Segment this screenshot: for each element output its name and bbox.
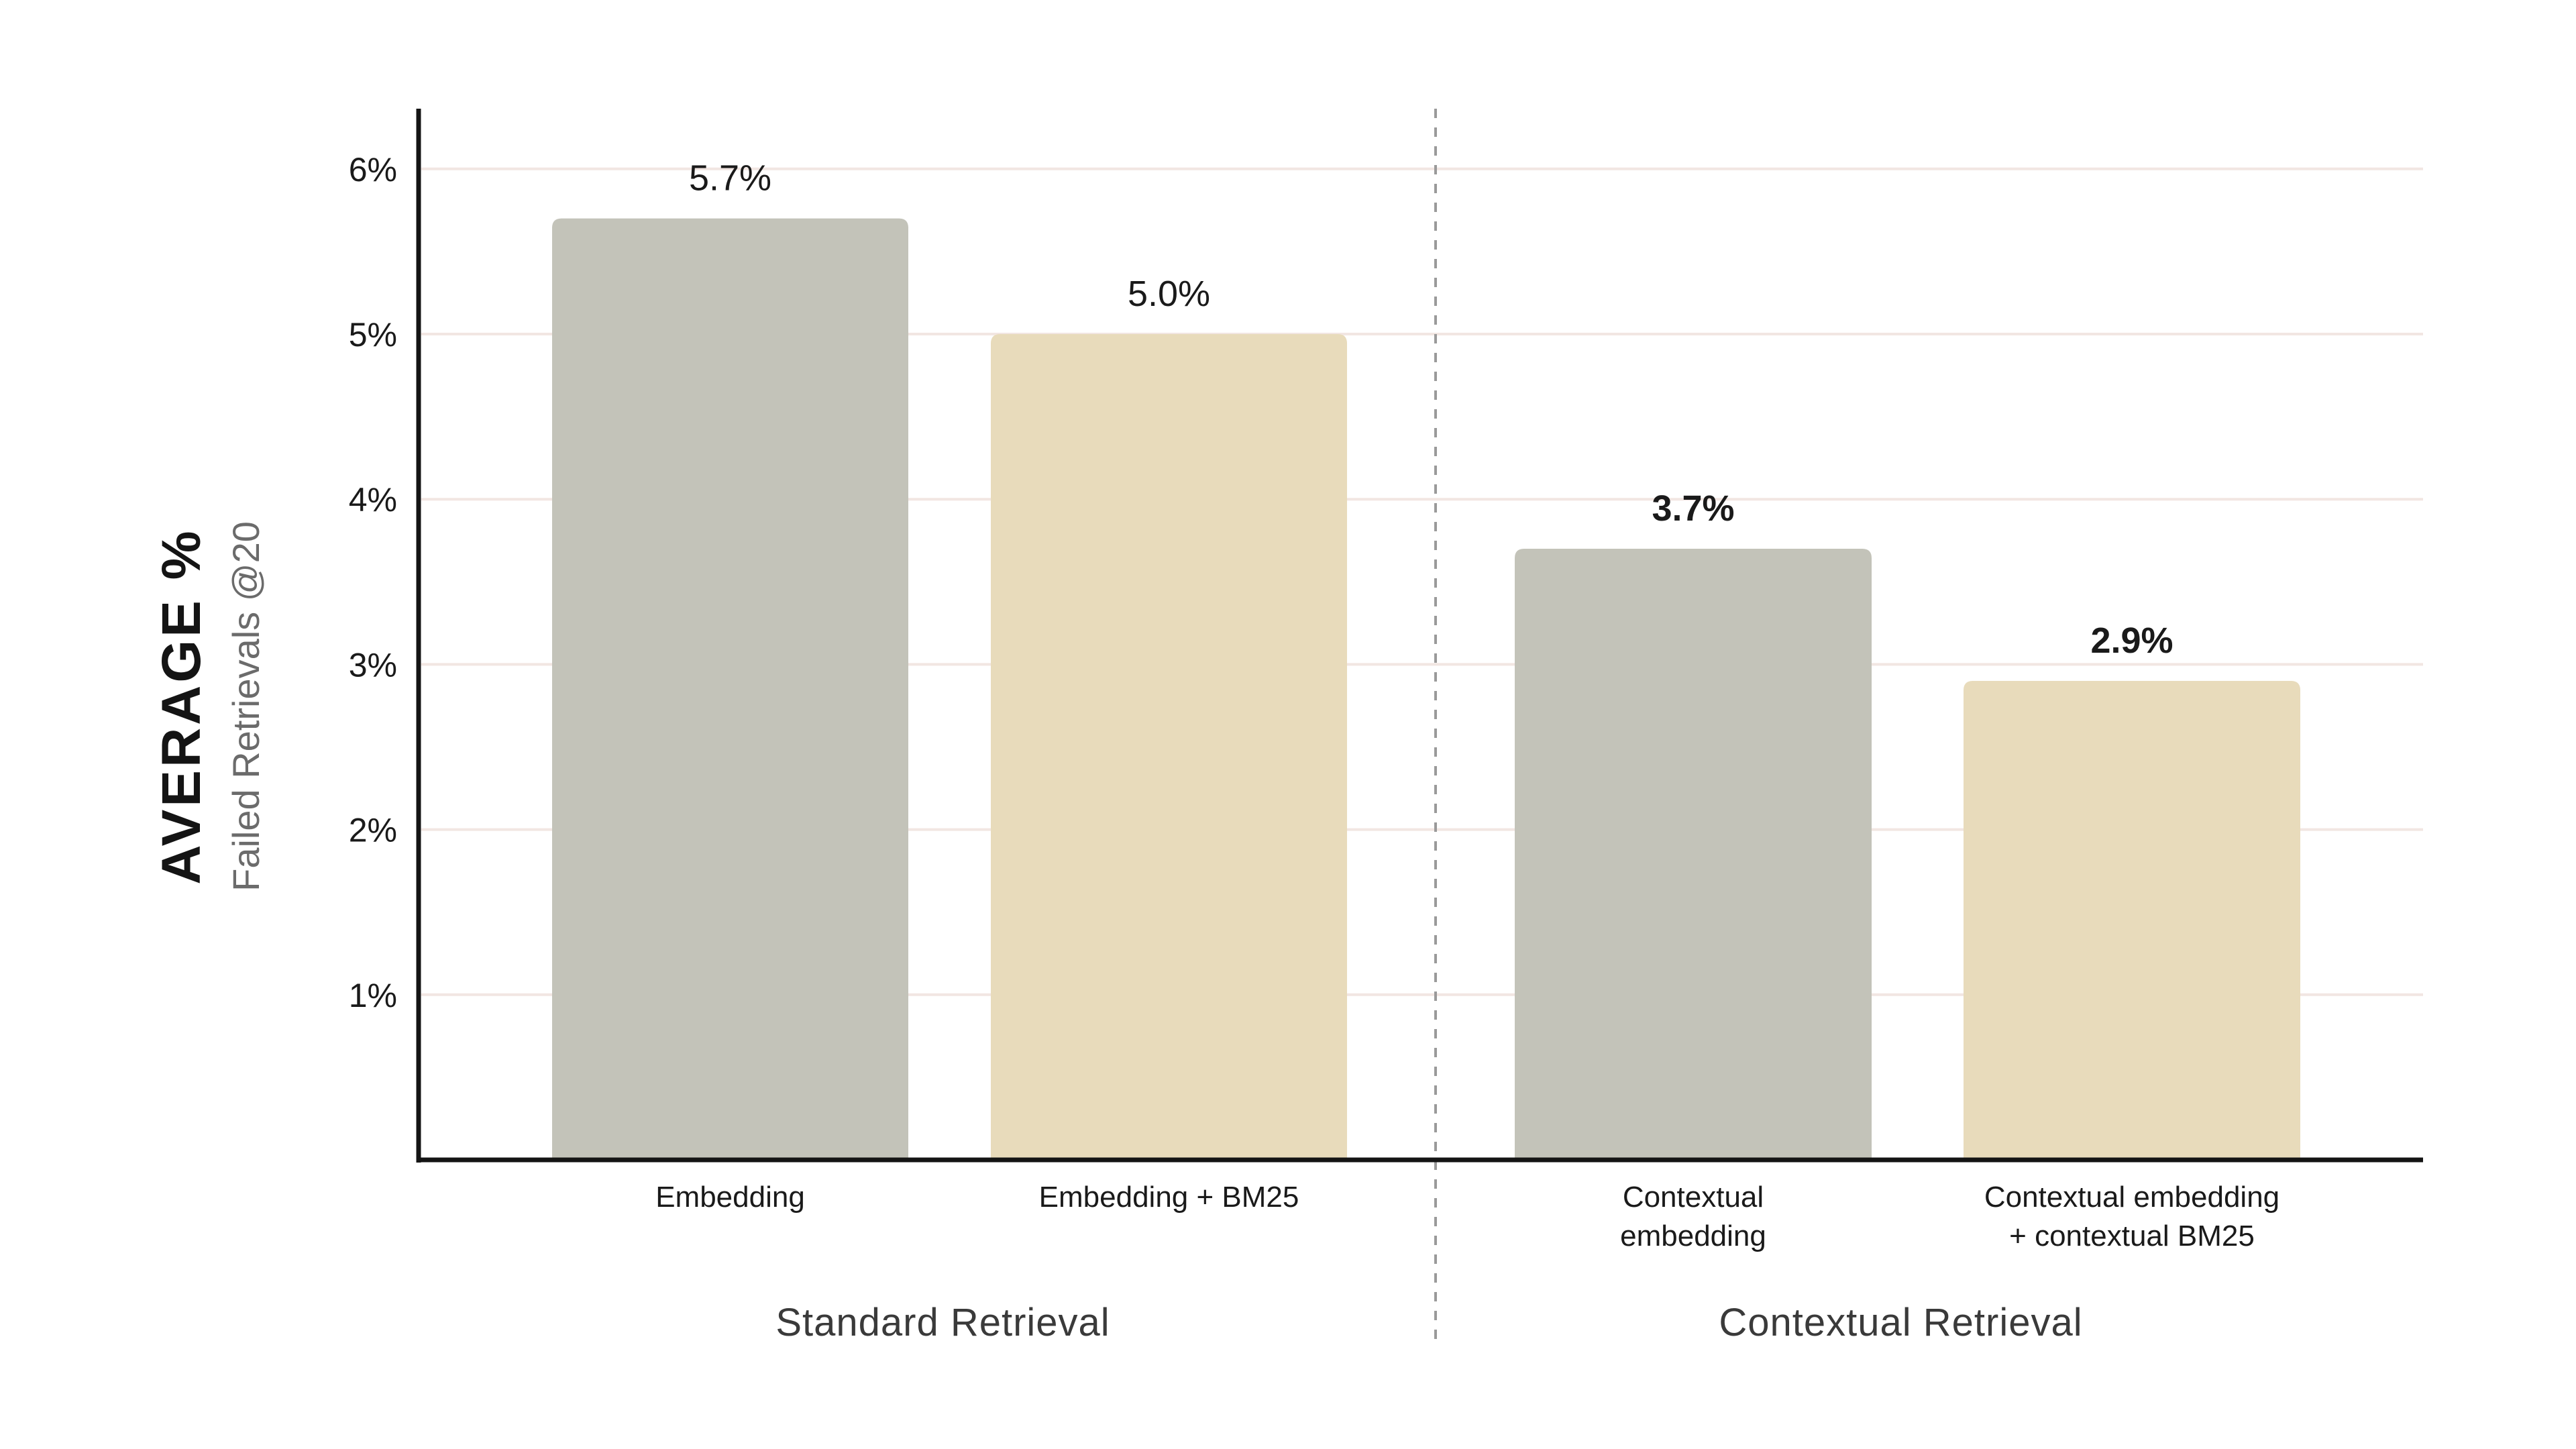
x-tick-label: embedding (1620, 1220, 1766, 1252)
y-axis-title: AVERAGE % (151, 528, 212, 884)
x-tick-labels: Embedding Embedding + BM25 Contextual embed… (655, 1181, 2279, 1252)
value-labels: 5.7% 5.0% 3.7% 2.9% (689, 158, 2174, 661)
bar-value-label: 2.9% (2090, 621, 2173, 661)
y-tick-label: 6% (349, 151, 397, 189)
bar (1964, 681, 2300, 1160)
y-tick-labels: 1% 2% 3% 4% 5% 6% (349, 151, 397, 1014)
bar-value-label: 3.7% (1652, 488, 1734, 529)
y-tick-label: 5% (349, 316, 397, 354)
group-labels: Standard Retrieval Contextual Retrieval (775, 1301, 2082, 1344)
bar (1515, 549, 1872, 1160)
y-tick-label: 1% (349, 977, 397, 1014)
y-tick-label: 2% (349, 812, 397, 849)
group-label: Contextual Retrieval (1719, 1301, 2082, 1344)
x-tick-label: Contextual embedding (1984, 1181, 2279, 1214)
x-tick-label: + contextual BM25 (2009, 1220, 2255, 1252)
y-tick-label: 4% (349, 481, 397, 519)
bar (552, 218, 908, 1160)
x-tick-label: Embedding + BM25 (1039, 1181, 1299, 1214)
group-label: Standard Retrieval (775, 1301, 1110, 1344)
bar (991, 334, 1347, 1160)
x-tick-label: Contextual (1623, 1181, 1764, 1214)
y-tick-label: 3% (349, 646, 397, 684)
bars (552, 218, 2300, 1160)
bar-value-label: 5.0% (1128, 274, 1210, 314)
y-axis-subtitle: Failed Retrievals @20 (225, 521, 267, 892)
bar-value-label: 5.7% (689, 158, 771, 199)
x-tick-label: Embedding (655, 1181, 805, 1214)
bar-chart: 1%2%3%4%5%6% 5.7%5.0%3.7%2.9% Embedding E… (151, 109, 2423, 1344)
